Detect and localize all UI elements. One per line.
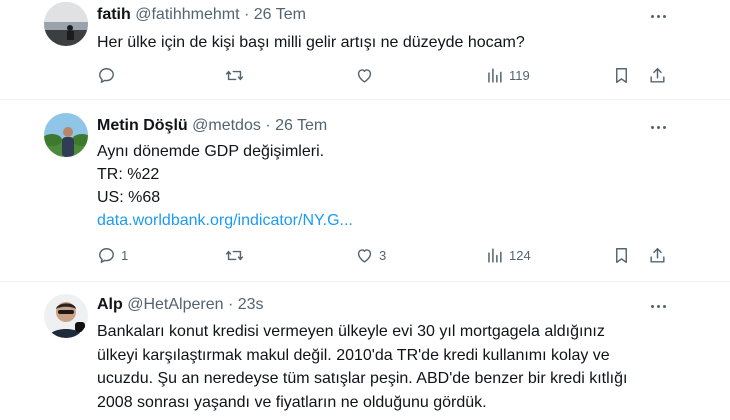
views-count: 119	[509, 67, 530, 83]
tweet-line: US: %68	[97, 189, 161, 206]
views-icon	[488, 67, 502, 83]
bookmark-icon	[616, 247, 627, 263]
separator: ·	[239, 6, 254, 23]
heart-icon	[357, 68, 372, 83]
tweet-line: Her ülke için de kişi başı milli gelir a…	[97, 34, 525, 51]
reply-button[interactable]	[97, 63, 116, 87]
tweet-header: Metin Döşlü @metdos · 26 Tem	[97, 115, 327, 137]
tweet-text: Bankaları konut kredisi vermeyen ülkeyle…	[97, 320, 672, 414]
like-button[interactable]: 3	[355, 243, 386, 267]
reply-button[interactable]: 1	[97, 243, 128, 267]
tweet[interactable]: Alp @HetAlperen · 23s Bankaları konut kr…	[0, 282, 730, 420]
retweet-icon	[225, 70, 244, 80]
separator: ·	[260, 117, 276, 134]
handle[interactable]: @HetAlperen	[127, 296, 223, 313]
reply-icon	[99, 67, 114, 83]
share-button[interactable]	[648, 63, 667, 87]
display-name[interactable]: Metin Döşlü	[97, 117, 188, 134]
separator: ·	[223, 296, 238, 313]
more-icon[interactable]	[648, 296, 668, 316]
display-name[interactable]: fatih	[97, 6, 131, 23]
retweet-button[interactable]	[225, 243, 244, 267]
avatar[interactable]	[44, 113, 88, 157]
reply-icon	[99, 247, 114, 263]
like-button[interactable]	[355, 63, 374, 87]
more-icon[interactable]	[648, 117, 668, 137]
share-icon	[650, 67, 665, 83]
views-icon	[488, 247, 502, 263]
share-icon	[650, 247, 665, 263]
action-bar: 1 3 124	[0, 243, 730, 267]
avatar[interactable]	[44, 2, 88, 46]
timestamp[interactable]: 26 Tem	[254, 6, 306, 23]
timestamp[interactable]: 26 Tem	[275, 117, 327, 134]
tweet-text: Her ülke için de kişi başı milli gelir a…	[97, 31, 657, 54]
tweet[interactable]: Metin Döşlü @metdos · 26 Tem Aynı dönemd…	[0, 100, 730, 281]
tweet-line: Bankaları konut kredisi vermeyen ülkeyle…	[97, 323, 605, 340]
views-count: 124	[509, 247, 531, 263]
retweet-icon	[225, 250, 244, 260]
action-bar: 119	[0, 63, 730, 87]
views-button[interactable]: 124	[485, 243, 531, 267]
tweet-line: ucuzdu. Şu an neredeyse tüm satışlar peş…	[97, 370, 628, 387]
bookmark-button[interactable]	[612, 243, 631, 267]
tweet-line: ülkeyi karşılaştırmak makul değil. 2010'…	[97, 346, 610, 364]
tweet-line: Aynı dönemde GDP değişimleri.	[97, 143, 325, 160]
handle[interactable]: @fatihhmehmt	[135, 6, 239, 23]
bookmark-icon	[616, 67, 627, 83]
more-icon[interactable]	[648, 6, 668, 26]
tweet-header: Alp @HetAlperen · 23s	[97, 294, 264, 316]
avatar[interactable]	[44, 294, 88, 338]
bookmark-button[interactable]	[612, 63, 631, 87]
tweet[interactable]: fatih @fatihhmehmt · 26 Tem Her ülke içi…	[0, 0, 730, 99]
share-button[interactable]	[648, 243, 667, 267]
tweet-text: Aynı dönemde GDP değişimleri. TR: %22 US…	[97, 140, 657, 232]
timestamp[interactable]: 23s	[238, 296, 264, 313]
tweet-line: TR: %22	[97, 166, 160, 183]
display-name[interactable]: Alp	[97, 296, 123, 313]
tweet-link[interactable]: data.worldbank.org/indicator/NY.G...	[97, 209, 657, 232]
views-button[interactable]: 119	[485, 63, 530, 87]
retweet-button[interactable]	[225, 63, 244, 87]
reply-count: 1	[121, 247, 129, 263]
tweet-header: fatih @fatihhmehmt · 26 Tem	[97, 4, 306, 26]
heart-icon	[357, 248, 372, 263]
like-count: 3	[379, 247, 387, 263]
tweet-line: 2008 sonrası yaşandı ve fiyatların ne ol…	[97, 393, 487, 411]
handle[interactable]: @metdos	[192, 117, 261, 134]
